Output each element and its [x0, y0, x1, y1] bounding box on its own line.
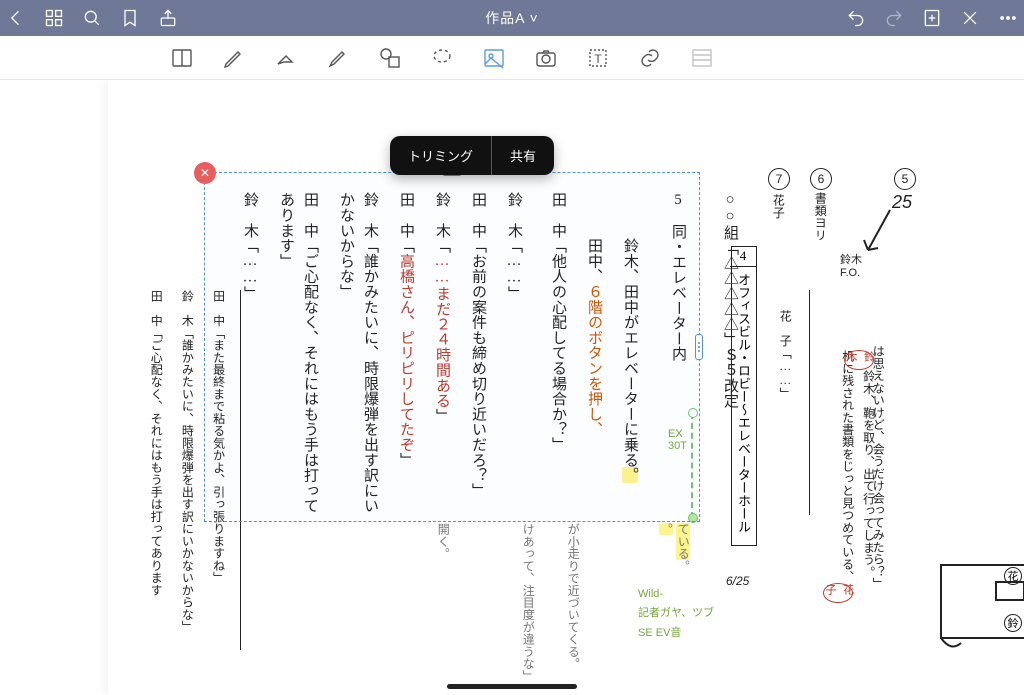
layout-grid-icon[interactable]: [44, 8, 64, 28]
text-icon[interactable]: T: [586, 46, 610, 70]
note-circle-6: 6: [810, 168, 832, 190]
toolbar: T: [0, 36, 1024, 80]
new-page-icon[interactable]: [922, 8, 942, 28]
pen-icon[interactable]: [222, 46, 246, 70]
note-circle-7: 7: [768, 168, 790, 190]
close-icon[interactable]: [960, 8, 980, 28]
shape-icon[interactable]: [378, 46, 402, 70]
below-a: が小走りで近づいてくる。: [563, 523, 582, 670]
link-icon[interactable]: [638, 46, 662, 70]
titlebar: 作品A ˅: [0, 0, 1024, 36]
room-sketch: 花 鈴: [936, 560, 1024, 650]
selection-handle-right[interactable]: [695, 334, 703, 360]
highlighter-icon[interactable]: [326, 46, 350, 70]
arrow-icon: [860, 208, 900, 258]
camera-icon[interactable]: [534, 46, 558, 70]
below-e: 。: [656, 523, 675, 535]
note-circle-5: 5: [894, 168, 916, 190]
search-icon[interactable]: [82, 8, 102, 28]
green-note-gaiya: 記者ガヤ、ツブ: [638, 604, 714, 620]
lasso-icon[interactable]: [430, 46, 454, 70]
share-icon[interactable]: [158, 8, 178, 28]
below-b: けあって、注目度が違うな」: [518, 523, 537, 682]
menu-share[interactable]: 共有: [491, 136, 554, 175]
below-d: ている。: [673, 523, 692, 572]
eraser-icon[interactable]: [274, 46, 298, 70]
redo-icon[interactable]: [884, 8, 904, 28]
bookmark-icon[interactable]: [120, 8, 140, 28]
below-c: 開く。: [433, 523, 452, 560]
page: 7 6 5 花子 書類ヨリ 25 鈴木 F.O. 花 子「……」 机に残された書…: [108, 80, 1024, 695]
line-hanako-ellipsis: 花 子「……」: [775, 310, 794, 400]
note-suzuki-fo: 鈴木 F.O.: [840, 251, 862, 279]
green-note-wild: Wild-: [638, 588, 663, 600]
green-note-se: SE EV音: [638, 624, 681, 640]
divider-vert: [809, 290, 810, 515]
selection-box[interactable]: ✕: [204, 172, 700, 522]
more-icon[interactable]: [998, 8, 1018, 28]
back-icon[interactable]: [6, 8, 26, 28]
line-omoeru: は思えないけど、会うだけ会ってみたら？」: [868, 345, 887, 590]
selection-close-button[interactable]: ✕: [194, 162, 216, 184]
scene-4-date: 6/25: [726, 574, 749, 588]
note-hanako-7: 花子: [768, 194, 787, 218]
canvas[interactable]: 7 6 5 花子 書類ヨリ 25 鈴木 F.O. 花 子「……」 机に残された書…: [0, 80, 1024, 695]
menu-trim[interactable]: トリミング: [390, 136, 491, 175]
document-title[interactable]: 作品A ˅: [178, 8, 846, 28]
template-icon[interactable]: [690, 46, 714, 70]
note-book-6: 書類ヨリ: [810, 192, 829, 241]
image-icon[interactable]: [482, 46, 506, 70]
context-menu: トリミング 共有: [390, 136, 554, 175]
home-indicator[interactable]: [447, 684, 577, 689]
svg-text:T: T: [594, 52, 602, 66]
read-mode-icon[interactable]: [170, 46, 194, 70]
undo-icon[interactable]: [846, 8, 866, 28]
